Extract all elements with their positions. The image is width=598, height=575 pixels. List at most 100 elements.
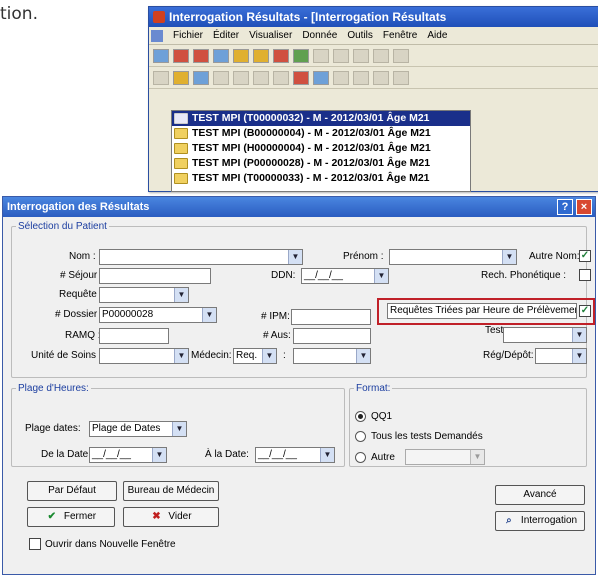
autre-radio[interactable] <box>355 452 366 463</box>
help-button[interactable]: ? <box>557 199 573 215</box>
wizard-icon[interactable] <box>213 48 229 63</box>
par-defaut-button[interactable]: Par Défaut <box>27 481 117 501</box>
cut-icon[interactable] <box>233 70 249 85</box>
stats-icon[interactable] <box>373 48 389 63</box>
dx-icon[interactable] <box>153 70 169 85</box>
prenom-combo[interactable]: ▼ <box>389 249 517 265</box>
chevron-down-icon[interactable]: ▼ <box>374 269 388 283</box>
chevron-down-icon[interactable]: ▼ <box>174 349 188 363</box>
background-caption: tion. <box>0 4 38 24</box>
chevron-down-icon[interactable]: ▼ <box>262 349 276 363</box>
ramq-field[interactable] <box>99 328 169 344</box>
folder-icon <box>174 173 188 184</box>
aus-field[interactable] <box>293 328 371 344</box>
list-item[interactable]: TEST MPI (B00000004) - M - 2012/03/01 Âg… <box>172 126 470 141</box>
menu-visualiser[interactable]: Visualiser <box>249 27 292 44</box>
aus-label: # Aus: <box>263 330 291 341</box>
tous-tests-radio[interactable] <box>355 431 366 442</box>
rech-phonetique-checkbox[interactable] <box>579 269 591 281</box>
toolbar-2 <box>149 67 598 89</box>
graph-icon[interactable] <box>333 70 349 85</box>
de-la-date-field[interactable]: __/__/__ ▼ <box>89 447 167 463</box>
menu-outils[interactable]: Outils <box>347 27 373 44</box>
chevron-down-icon[interactable]: ▼ <box>356 349 370 363</box>
chevron-down-icon[interactable]: ▼ <box>288 250 302 264</box>
a-la-date-field[interactable]: __/__/__ ▼ <box>255 447 335 463</box>
sejour-field[interactable] <box>99 268 211 284</box>
avance-button[interactable]: Avancé <box>495 485 585 505</box>
chevron-down-icon[interactable]: ▼ <box>572 349 586 363</box>
open-icon[interactable] <box>173 70 189 85</box>
list-item[interactable]: TEST MPI (T00000033) - M - 2012/03/01 Âg… <box>172 171 470 186</box>
menu-donnee[interactable]: Donnée <box>302 27 337 44</box>
flag-icon[interactable] <box>293 70 309 85</box>
folder-icon <box>174 143 188 154</box>
paste-icon[interactable] <box>273 70 289 85</box>
copy-icon[interactable] <box>253 70 269 85</box>
chevron-down-icon[interactable]: ▼ <box>320 448 334 462</box>
plage-dates-label: Plage dates: <box>25 423 81 434</box>
results-icon[interactable] <box>373 70 389 85</box>
qq1-label: QQ1 <box>371 411 393 422</box>
qq1-radio[interactable] <box>355 411 366 422</box>
print-icon[interactable] <box>393 48 409 63</box>
chevron-down-icon[interactable]: ▼ <box>572 328 586 342</box>
chart-icon[interactable] <box>353 48 369 63</box>
requete-combo[interactable]: ▼ <box>99 287 189 303</box>
report-icon[interactable] <box>313 70 329 85</box>
table-icon[interactable] <box>353 70 369 85</box>
results-query-window: Interrogation Résultats - [Interrogation… <box>148 6 598 192</box>
rech-phonetique-label: Rech. Phonétique : <box>481 270 567 281</box>
close-button[interactable]: × <box>576 199 592 215</box>
menu-aide[interactable]: Aide <box>427 27 447 44</box>
autre-label: Autre <box>371 452 395 463</box>
unlink-icon[interactable] <box>253 48 269 63</box>
plage-dates-combo[interactable]: Plage de Dates ▼ <box>89 421 187 437</box>
medecin-combo[interactable]: Req. ▼ <box>233 348 277 364</box>
list-item[interactable]: TEST MPI (P00000028) - M - 2012/03/01 Âg… <box>172 156 470 171</box>
chevron-down-icon[interactable]: ▼ <box>172 422 186 436</box>
unite-combo[interactable]: ▼ <box>99 348 189 364</box>
chevron-down-icon[interactable]: ▼ <box>174 288 188 302</box>
alert-icon[interactable] <box>293 48 309 63</box>
grid-icon[interactable] <box>313 48 329 63</box>
bureau-medecin-button[interactable]: Bureau de Médecin <box>123 481 219 501</box>
menu-fichier[interactable]: Fichier <box>173 27 203 44</box>
medecin-name-combo[interactable]: ▼ <box>293 348 371 364</box>
reg-depot-combo[interactable]: ▼ <box>535 348 587 364</box>
link-icon[interactable] <box>233 48 249 63</box>
patient-search-icon[interactable] <box>193 48 209 63</box>
menu-editer[interactable]: Éditer <box>213 27 239 44</box>
tree-icon[interactable] <box>333 48 349 63</box>
prenom-label: Prénom : <box>343 251 384 262</box>
chevron-down-icon[interactable]: ▼ <box>152 448 166 462</box>
nom-combo[interactable]: ▼ <box>99 249 303 265</box>
query-dialog: Interrogation des Résultats ? × Sélectio… <box>2 196 596 575</box>
chevron-down-icon[interactable]: ▼ <box>470 450 484 464</box>
view-icon[interactable] <box>193 70 209 85</box>
chevron-down-icon[interactable]: ▼ <box>202 308 216 322</box>
print-icon[interactable] <box>213 70 229 85</box>
fermer-button[interactable]: ✔ Fermer <box>27 507 115 527</box>
test-combo[interactable]: ▼ <box>503 327 587 343</box>
patient-legend: Sélection du Patient <box>18 221 107 232</box>
list-item[interactable]: TEST MPI (H00000004) - M - 2012/03/01 Âg… <box>172 141 470 156</box>
ipm-field[interactable] <box>291 309 371 325</box>
requetes-triees-checkbox[interactable]: ✓ <box>579 305 591 317</box>
recent-icon[interactable] <box>173 48 189 63</box>
interrogation-button[interactable]: ⌕ Interrogation <box>495 511 585 531</box>
autre-nom-checkbox[interactable]: ✓ <box>579 250 591 262</box>
ddn-field[interactable]: __/__/__ ▼ <box>301 268 389 284</box>
folder-open-icon <box>174 113 188 124</box>
autre-format-combo[interactable]: ▼ <box>405 449 485 465</box>
vider-button[interactable]: ✖ Vider <box>123 507 219 527</box>
lab-icon[interactable] <box>393 70 409 85</box>
notes-icon[interactable] <box>273 48 289 63</box>
menu-fenetre[interactable]: Fenêtre <box>383 27 417 44</box>
dossier-combo[interactable]: P00000028 ▼ <box>99 307 217 323</box>
new-icon[interactable] <box>153 48 169 63</box>
ouvrir-nouvelle-fenetre-checkbox[interactable] <box>29 538 41 550</box>
chevron-down-icon[interactable]: ▼ <box>502 250 516 264</box>
list-item[interactable]: TEST MPI (T00000032) - M - 2012/03/01 Âg… <box>172 111 470 126</box>
menu-icon[interactable] <box>151 30 163 42</box>
